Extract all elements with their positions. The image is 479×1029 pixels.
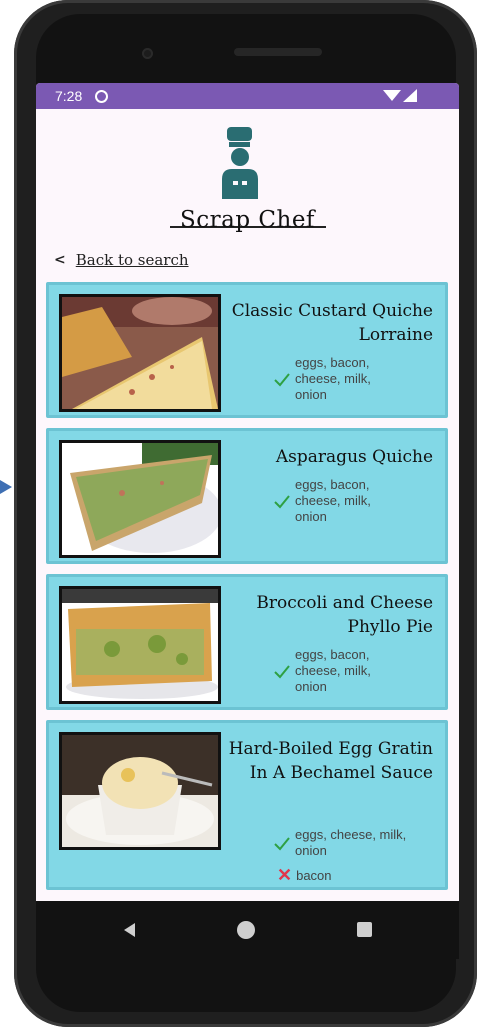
have-ingredients: eggs, bacon, cheese, milk, onion xyxy=(273,355,395,403)
back-to-search-link[interactable]: < Back to search xyxy=(54,251,189,269)
status-bar: 7:28 xyxy=(36,83,459,109)
have-ingredients-text: eggs, bacon, cheese, milk, onion xyxy=(295,647,371,694)
recipe-image xyxy=(59,294,221,412)
arrow-pointer-icon xyxy=(0,480,12,494)
signal-icon xyxy=(403,89,417,102)
chevron-left-icon: < xyxy=(54,252,66,268)
status-time: 7:28 xyxy=(55,88,83,104)
recipe-image xyxy=(59,732,221,850)
have-ingredients: eggs, bacon, cheese, milk, onion xyxy=(273,477,395,525)
recipe-title: Asparagus Quiche xyxy=(275,447,433,467)
nav-home-icon[interactable] xyxy=(237,921,255,939)
missing-ingredients-text: bacon xyxy=(296,868,332,883)
recipe-card[interactable]: Broccoli and Cheese Phyllo Pie eggs, bac… xyxy=(46,574,448,710)
nav-recent-icon[interactable] xyxy=(357,922,372,937)
have-ingredients-text: eggs, bacon, cheese, milk, onion xyxy=(295,477,371,524)
recipe-image xyxy=(59,586,221,704)
have-ingredients-text: eggs, cheese, milk, onion xyxy=(295,827,407,858)
chef-icon xyxy=(222,127,258,199)
recipe-list[interactable]: Classic Custard Quiche Lorraine eggs, ba… xyxy=(46,282,448,900)
status-circle-icon xyxy=(95,90,108,103)
app-title: Scrap Chef xyxy=(180,207,315,233)
wifi-icon xyxy=(383,90,401,101)
speaker-grille xyxy=(234,48,322,56)
nav-back-icon[interactable] xyxy=(124,923,135,937)
check-icon xyxy=(274,495,290,509)
have-ingredients: eggs, cheese, milk, onion xyxy=(273,827,415,859)
recipe-card[interactable]: Hard-Boiled Egg Gratin In A Bechamel Sau… xyxy=(46,720,448,890)
recipe-title: Hard-Boiled Egg Gratin In A Bechamel Sau… xyxy=(228,739,433,783)
app-screen: 7:28 Scrap Chef < Back to search Classic… xyxy=(36,83,459,901)
have-ingredients: eggs, bacon, cheese, milk, onion xyxy=(273,647,395,695)
recipe-title: Classic Custard Quiche Lorraine xyxy=(231,301,433,345)
recipe-title: Broccoli and Cheese Phyllo Pie xyxy=(256,593,433,637)
check-icon xyxy=(274,837,290,851)
check-icon xyxy=(274,665,290,679)
missing-ingredients: ✕ bacon xyxy=(277,865,332,886)
back-to-search-label: Back to search xyxy=(75,251,189,269)
system-nav-bar xyxy=(36,901,459,959)
recipe-image xyxy=(59,440,221,558)
cross-icon: ✕ xyxy=(277,865,293,885)
recipe-card[interactable]: Classic Custard Quiche Lorraine eggs, ba… xyxy=(46,282,448,418)
recipe-card[interactable]: Asparagus Quiche eggs, bacon, cheese, mi… xyxy=(46,428,448,564)
camera-icon xyxy=(142,48,153,59)
have-ingredients-text: eggs, bacon, cheese, milk, onion xyxy=(295,355,371,402)
check-icon xyxy=(274,373,290,387)
